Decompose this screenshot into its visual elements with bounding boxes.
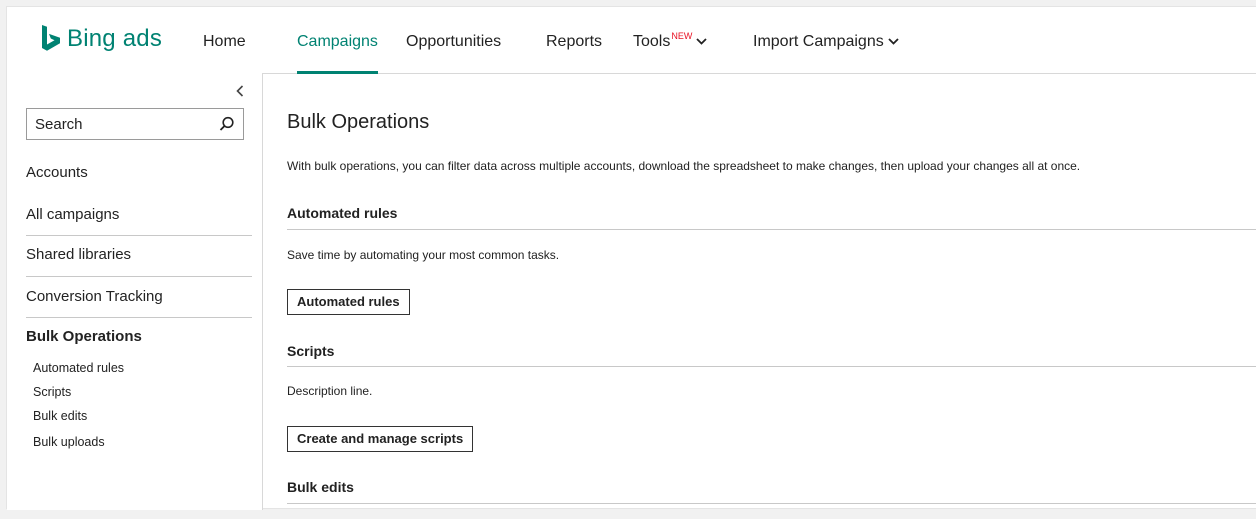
sidebar-subitem-scripts[interactable]: Scripts	[33, 385, 71, 399]
section-title-scripts: Scripts	[287, 343, 335, 359]
new-badge: NEW	[671, 31, 693, 42]
search-icon[interactable]	[219, 116, 235, 137]
nav-reports[interactable]: Reports	[546, 7, 602, 73]
bing-ads-logo[interactable]: Bing ads	[41, 24, 162, 54]
sidebar-divider	[26, 235, 252, 236]
sidebar-item-conversion-tracking[interactable]: Conversion Tracking	[26, 288, 244, 306]
app-window: Bing ads Home Campaigns Opportunities Re…	[6, 6, 1256, 510]
sidebar: Accounts All campaigns Shared libraries …	[7, 73, 263, 510]
section-description-automated-rules: Save time by automating your most common…	[287, 248, 560, 262]
section-divider	[287, 366, 1256, 367]
collapse-sidebar-button[interactable]	[236, 84, 248, 98]
search-box	[26, 108, 244, 140]
chevron-down-icon	[888, 6, 899, 76]
sidebar-item-all-campaigns[interactable]: All campaigns	[26, 206, 244, 224]
nav-campaigns[interactable]: Campaigns	[297, 7, 378, 74]
chevron-down-icon	[696, 6, 707, 76]
sidebar-subitem-bulk-uploads[interactable]: Bulk uploads	[33, 435, 105, 449]
nav-home[interactable]: Home	[203, 7, 246, 73]
sidebar-divider	[26, 317, 252, 318]
sidebar-divider	[26, 276, 252, 277]
nav-tools[interactable]: ToolsNEW	[633, 7, 707, 73]
collapse-chevron-left-icon	[236, 84, 244, 101]
top-navigation-bar: Bing ads Home Campaigns Opportunities Re…	[7, 7, 1256, 74]
section-description-scripts: Description line.	[287, 384, 373, 398]
section-title-automated-rules: Automated rules	[287, 205, 398, 221]
page-title: Bulk Operations	[287, 111, 430, 133]
create-and-manage-scripts-button[interactable]: Create and manage scripts	[287, 426, 474, 452]
sidebar-item-accounts[interactable]: Accounts	[26, 164, 244, 182]
section-title-bulk-edits: Bulk edits	[287, 479, 354, 495]
section-divider	[287, 229, 1256, 230]
sidebar-subitem-bulk-edits[interactable]: Bulk edits	[33, 409, 87, 423]
bing-logo-icon	[41, 25, 61, 53]
main-content: Bulk Operations With bulk operations, yo…	[263, 73, 1256, 510]
search-input[interactable]	[35, 109, 205, 139]
page-description: With bulk operations, you can filter dat…	[287, 159, 1081, 173]
section-divider	[287, 503, 1256, 504]
nav-opportunities[interactable]: Opportunities	[406, 7, 501, 73]
nav-import-campaigns[interactable]: Import Campaigns	[753, 7, 899, 73]
sidebar-subitem-automated-rules[interactable]: Automated rules	[33, 361, 124, 375]
sidebar-item-shared-libraries[interactable]: Shared libraries	[26, 246, 244, 264]
sidebar-section-bulk-operations[interactable]: Bulk Operations	[26, 328, 142, 345]
brand-name: Bing ads	[67, 25, 163, 52]
automated-rules-button[interactable]: Automated rules	[287, 289, 410, 315]
